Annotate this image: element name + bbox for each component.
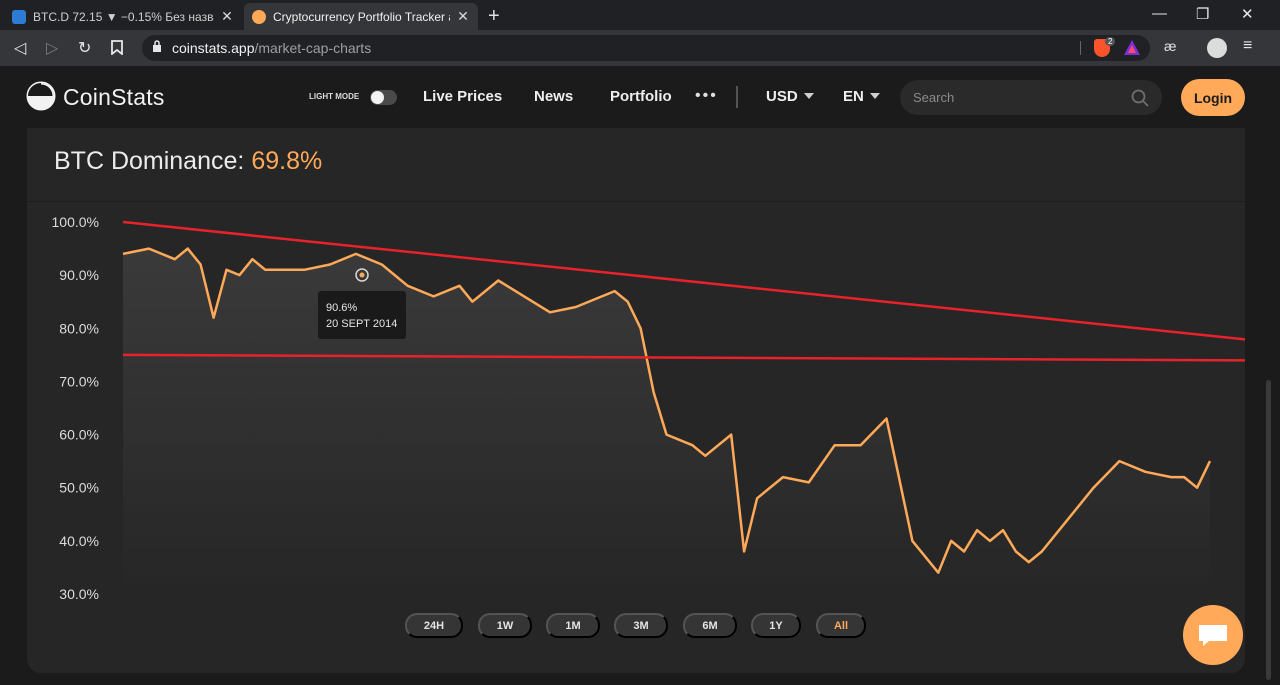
y-tick-label: 100.0%: [52, 214, 99, 230]
translate-extension-icon[interactable]: æ: [1164, 38, 1176, 54]
login-button[interactable]: Login: [1181, 79, 1245, 116]
y-tick-label: 30.0%: [59, 586, 99, 602]
minimize-icon[interactable]: —: [1152, 5, 1167, 22]
timeframe-1m[interactable]: 1M: [546, 613, 600, 638]
timeframe-6m[interactable]: 6M: [683, 613, 737, 638]
browser-tab-tradingview[interactable]: BTC.D 72.15 ▼ −0.15% Без назван ✕: [4, 3, 242, 30]
menu-icon[interactable]: ≡: [1243, 37, 1252, 55]
y-tick-label: 50.0%: [59, 480, 99, 496]
coinstats-favicon-icon: [252, 9, 266, 24]
back-icon[interactable]: ◁: [14, 38, 26, 58]
y-tick-label: 90.0%: [59, 267, 99, 283]
browser-tabbar: BTC.D 72.15 ▼ −0.15% Без назван ✕ Crypto…: [0, 0, 1280, 30]
tooltip-date: 20 SEPT 2014: [326, 318, 397, 330]
y-tick-label: 60.0%: [59, 427, 99, 443]
timeframe-1y[interactable]: 1Y: [751, 613, 801, 638]
page-scrollbar[interactable]: [1266, 380, 1271, 680]
close-tab-icon[interactable]: ✕: [456, 8, 470, 25]
search-icon[interactable]: [1131, 89, 1149, 107]
address-bar[interactable]: coinstats.app/market-cap-charts 2: [142, 35, 1150, 61]
lock-icon: [153, 40, 161, 52]
language-value: EN: [843, 88, 864, 105]
y-tick-label: 80.0%: [59, 320, 99, 336]
timeframe-1w[interactable]: 1W: [478, 613, 532, 638]
tab-title: BTC.D 72.15 ▼ −0.15% Без назван: [33, 9, 214, 24]
language-select[interactable]: EN: [843, 88, 880, 105]
chat-button[interactable]: [1183, 605, 1243, 665]
browser-tab-coinstats[interactable]: Cryptocurrency Portfolio Tracker and ✕: [244, 3, 478, 30]
timeframe-24h[interactable]: 24H: [405, 613, 463, 638]
dominance-chart[interactable]: 100.0% 90.0% 80.0% 70.0% 60.0% 50.0% 40.0% 30.0…: [27, 128, 1245, 608]
bookmark-icon[interactable]: [111, 40, 123, 55]
brave-rewards-icon[interactable]: [1123, 39, 1141, 56]
timeframe-all[interactable]: All: [816, 613, 866, 638]
nav-news[interactable]: News: [534, 88, 573, 105]
light-mode-label: LIGHT MODE: [309, 92, 360, 101]
chevron-down-icon: [803, 93, 814, 99]
tab-title: Cryptocurrency Portfolio Tracker and: [273, 9, 450, 24]
nav-divider: [736, 86, 738, 108]
search-input[interactable]: [900, 80, 1162, 115]
toggle-knob: [371, 91, 384, 104]
nav-portfolio[interactable]: Portfolio: [610, 88, 672, 105]
y-tick-label: 70.0%: [59, 373, 99, 389]
reload-icon[interactable]: ↻: [78, 38, 91, 58]
logo-wordmark[interactable]: CoinStats: [63, 84, 165, 111]
tradingview-favicon-icon: [12, 9, 26, 24]
light-mode-toggle[interactable]: [370, 90, 397, 105]
url-domain: coinstats.app: [172, 40, 255, 56]
chart-tooltip: 90.6% 20 SEPT 2014: [318, 291, 406, 339]
site-header: CoinStats LIGHT MODE Live Prices News Po…: [0, 66, 1280, 128]
profile-avatar[interactable]: [1207, 38, 1227, 58]
close-window-icon[interactable]: ✕: [1241, 5, 1254, 23]
dominance-card: BTC Dominance: 69.8% 100.0% 90.0% 80.0% 70.…: [27, 128, 1245, 673]
chevron-down-icon: [869, 93, 880, 99]
timeframe-3m[interactable]: 3M: [614, 613, 668, 638]
tooltip-value: 90.6%: [326, 302, 357, 314]
new-tab-icon[interactable]: +: [488, 5, 500, 28]
nav-live-prices[interactable]: Live Prices: [423, 88, 502, 105]
coinstats-logo-icon[interactable]: [26, 81, 56, 111]
chat-bubble-icon: [1199, 625, 1227, 646]
forward-icon[interactable]: ▷: [46, 38, 58, 58]
more-menu-icon[interactable]: •••: [695, 87, 718, 105]
dominance-area-fill: [123, 248, 1210, 594]
url-path: /market-cap-charts: [254, 40, 372, 56]
y-tick-label: 40.0%: [59, 533, 99, 549]
currency-value: USD: [766, 88, 798, 105]
close-tab-icon[interactable]: ✕: [220, 8, 234, 25]
url-text: coinstats.app/market-cap-charts: [172, 40, 371, 56]
currency-select[interactable]: USD: [766, 88, 814, 105]
restore-icon[interactable]: ❐: [1196, 5, 1209, 23]
browser-navbar: ◁ ▷ ↻ coinstats.app/market-cap-charts 2 …: [0, 30, 1280, 66]
shield-count-badge: 2: [1105, 37, 1116, 46]
